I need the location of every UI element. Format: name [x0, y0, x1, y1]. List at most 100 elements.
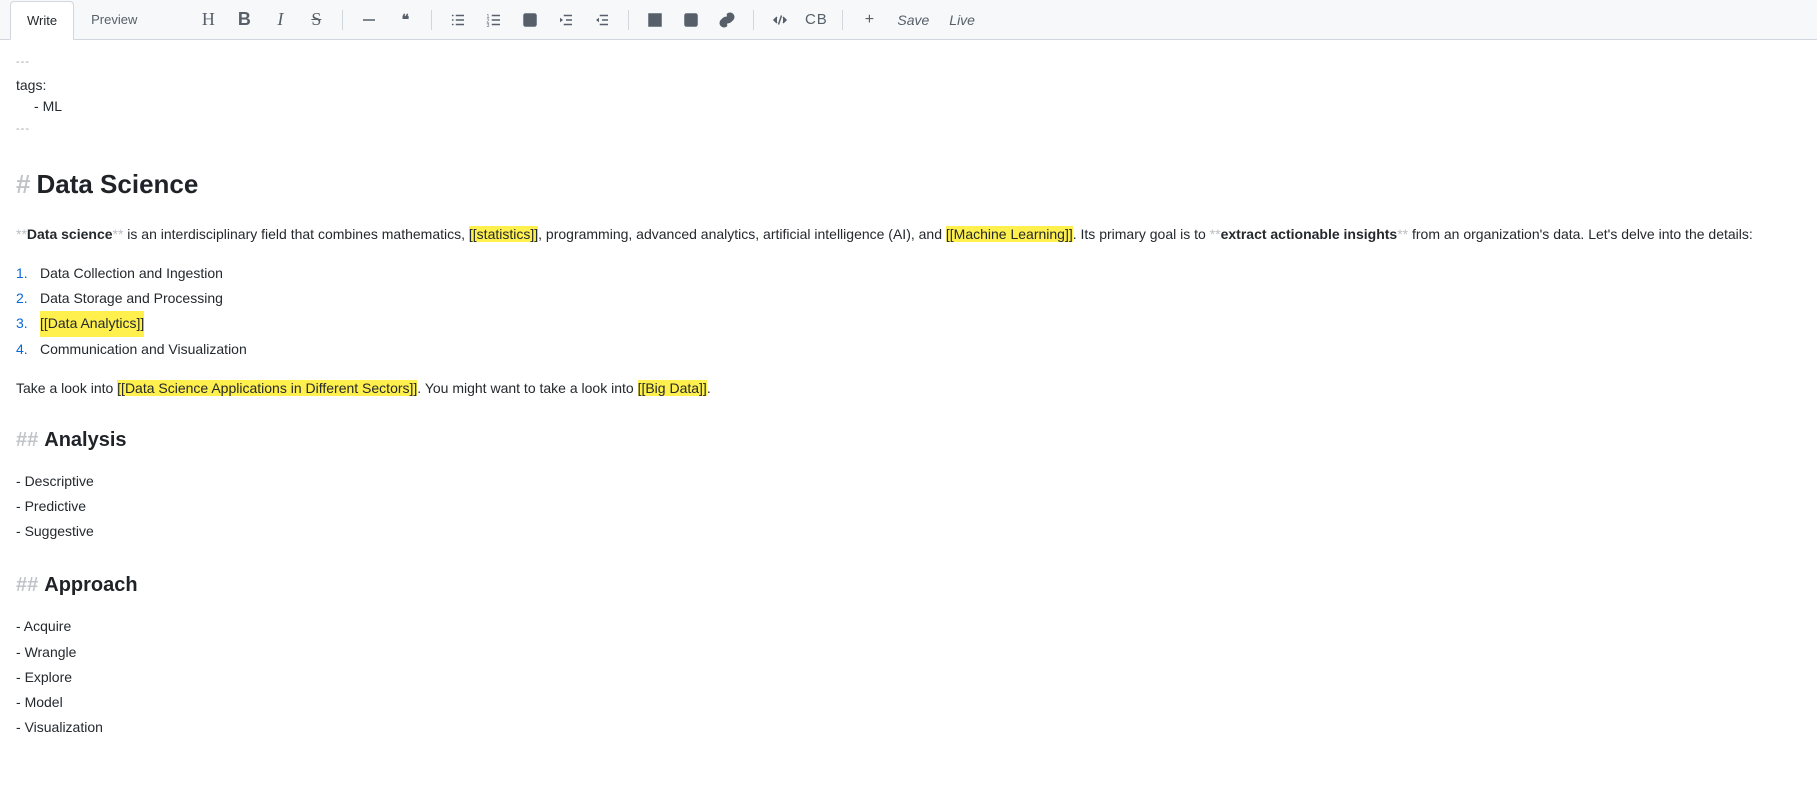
wikilink-big-data[interactable]: [[Big Data]] [638, 380, 707, 396]
editor-tabs: Write Preview [10, 0, 154, 39]
wikilink-ds-applications[interactable]: [[Data Science Applications in Different… [117, 380, 417, 396]
list-number: 2. [16, 286, 34, 311]
hr-button[interactable] [351, 0, 387, 39]
toolbar-group-insert [637, 0, 745, 39]
intro-paragraph: **Data science** is an interdisciplinary… [16, 224, 1801, 245]
wikilink-statistics[interactable]: [[statistics]] [469, 226, 538, 242]
frontmatter-tags-label: tags: [16, 75, 1801, 96]
tab-preview[interactable]: Preview [74, 0, 154, 39]
image-button[interactable] [673, 0, 709, 39]
bold-mark-open: ** [1210, 226, 1221, 242]
list-text: Acquire [24, 618, 71, 634]
link-button[interactable] [709, 0, 745, 39]
heading-1: # Data Science [16, 165, 1801, 204]
code-icon [771, 11, 789, 29]
toolbar-separator [431, 10, 432, 30]
frontmatter-tag: ML [16, 96, 1801, 117]
live-button[interactable]: Live [939, 0, 985, 39]
svg-text:3: 3 [487, 22, 490, 28]
plus-icon: + [865, 11, 874, 29]
ul-button[interactable] [440, 0, 476, 39]
task-icon [521, 11, 539, 29]
list-item: 4.Communication and Visualization [16, 337, 1801, 362]
para-seg: . [707, 380, 711, 396]
frontmatter-open: --- [16, 54, 1801, 71]
list-item: Predictive [16, 494, 1801, 519]
list-item: Model [16, 690, 1801, 715]
toolbar-group-code: CB [762, 0, 834, 39]
image-icon [682, 11, 700, 29]
links-paragraph: Take a look into [[Data Science Applicat… [16, 378, 1801, 399]
toolbar-separator [753, 10, 754, 30]
list-text: Predictive [25, 498, 86, 514]
hr-icon [360, 11, 378, 29]
toolbar-separator [342, 10, 343, 30]
table-icon [646, 11, 664, 29]
list-text: Explore [25, 669, 72, 685]
wikilink-data-analytics[interactable]: [[Data Analytics]] [40, 311, 144, 336]
outdent-button[interactable] [584, 0, 620, 39]
live-label: Live [949, 12, 975, 28]
analysis-list: Descriptive Predictive Suggestive [16, 469, 1801, 545]
bold-text: Data science [27, 226, 113, 242]
quote-icon: ❝ [402, 11, 410, 28]
task-button[interactable] [512, 0, 548, 39]
indent-button[interactable] [548, 0, 584, 39]
list-item: 3.[[Data Analytics]] [16, 311, 1801, 336]
bold-mark-close: ** [113, 226, 124, 242]
tab-write-label: Write [27, 13, 57, 28]
ol-button[interactable]: 1 2 3 [476, 0, 512, 39]
editor-body[interactable]: --- tags: ML --- # Data Science **Data s… [0, 40, 1817, 796]
heading-2-approach: ## Approach [16, 570, 1801, 600]
code-button[interactable] [762, 0, 798, 39]
outdent-icon [593, 11, 611, 29]
list-number: 1. [16, 261, 34, 286]
save-label: Save [897, 12, 929, 28]
list-number: 4. [16, 337, 34, 362]
ol-icon: 1 2 3 [485, 11, 503, 29]
quote-button[interactable]: ❝ [387, 0, 423, 39]
list-item: Visualization [16, 715, 1801, 740]
h1-text: Data Science [36, 165, 198, 204]
list-text: Data Collection and Ingestion [40, 261, 223, 286]
toolbar-group-block: ❝ [351, 0, 423, 39]
list-text: Descriptive [25, 473, 94, 489]
bold-button[interactable]: B [226, 0, 262, 39]
list-text: Data Storage and Processing [40, 286, 223, 311]
h2-text: Analysis [44, 425, 126, 455]
toolbar-group-list: 1 2 3 [440, 0, 620, 39]
list-text: Suggestive [25, 523, 94, 539]
list-item: Wrangle [16, 640, 1801, 665]
add-button[interactable]: + [851, 0, 887, 39]
md-h1-mark: # [16, 165, 30, 204]
codeblock-button[interactable]: CB [798, 0, 834, 39]
frontmatter-close: --- [16, 121, 1801, 138]
list-item: Explore [16, 665, 1801, 690]
para-seg: , programming, advanced analytics, artif… [538, 226, 946, 242]
list-number: 3. [16, 311, 34, 336]
wikilink-machine-learning[interactable]: [[Machine Learning]] [946, 226, 1073, 242]
list-text: Wrangle [25, 644, 77, 660]
para-seg: Take a look into [16, 380, 117, 396]
list-item: Acquire [16, 614, 1801, 639]
ordered-list: 1.Data Collection and Ingestion 2.Data S… [16, 261, 1801, 362]
list-item: Suggestive [16, 519, 1801, 544]
bold-mark-open: ** [16, 226, 27, 242]
heading-button[interactable]: H [190, 0, 226, 39]
heading-2-analysis: ## Analysis [16, 425, 1801, 455]
tab-write[interactable]: Write [10, 1, 74, 40]
codeblock-label: CB [805, 11, 828, 28]
list-item: Descriptive [16, 469, 1801, 494]
bold-mark-close: ** [1397, 226, 1408, 242]
list-text: Communication and Visualization [40, 337, 247, 362]
table-button[interactable] [637, 0, 673, 39]
toolbar-group-text: H B I S [190, 0, 334, 39]
italic-button[interactable]: I [262, 0, 298, 39]
save-button[interactable]: Save [887, 0, 939, 39]
strike-button[interactable]: S [298, 0, 334, 39]
list-text: Model [25, 694, 63, 710]
editor-toolbar: Write Preview H B I S ❝ 1 2 3 [0, 0, 1817, 40]
toolbar-group-actions: + Save Live [851, 0, 985, 39]
list-text: Visualization [25, 719, 103, 735]
para-seg: is an interdisciplinary field that combi… [123, 226, 468, 242]
